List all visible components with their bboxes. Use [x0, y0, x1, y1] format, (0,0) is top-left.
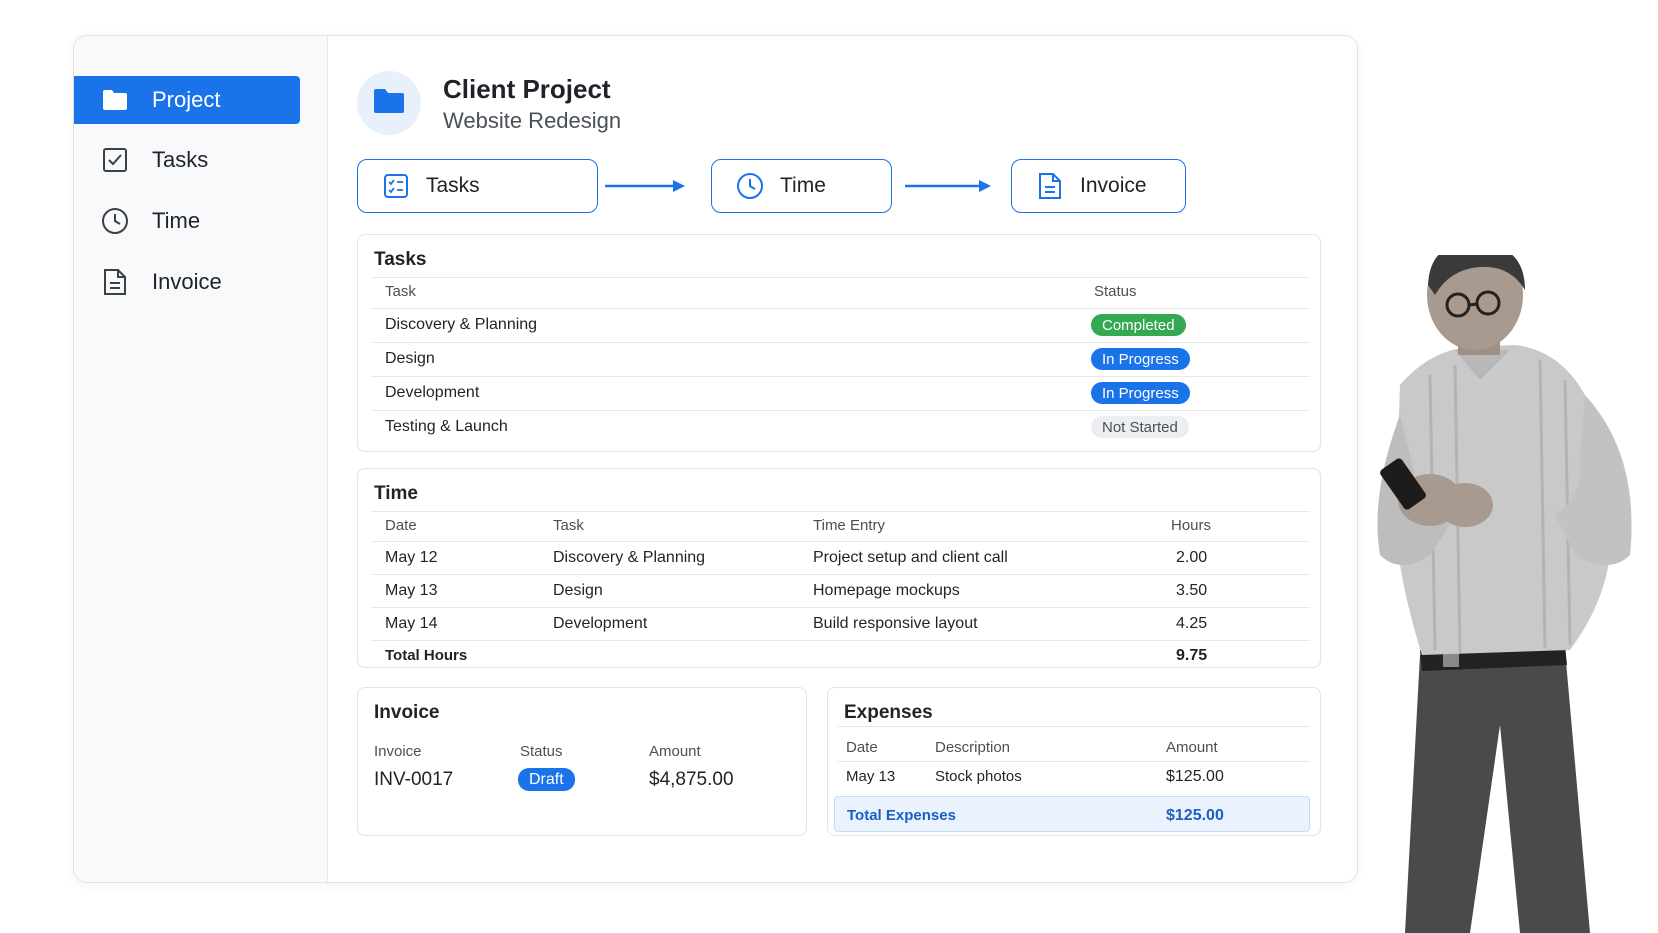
- column-header-invoice: Invoice: [374, 743, 422, 760]
- column-header-amount: Amount: [1166, 739, 1218, 756]
- page-subtitle: Website Redesign: [443, 108, 622, 133]
- tasks-card: Tasks Task Status Discovery & Planning C…: [357, 234, 1321, 452]
- tasks-card-title: Tasks: [374, 249, 427, 270]
- task-name: Discovery & Planning: [385, 316, 538, 333]
- workflow-step-label: Tasks: [426, 174, 480, 197]
- time-task: Design: [553, 582, 603, 599]
- expense-description: Stock photos: [935, 768, 1022, 785]
- workflow-step-invoice[interactable]: Invoice: [1011, 159, 1186, 213]
- folder-icon: [373, 88, 405, 119]
- clock-icon: [100, 206, 130, 236]
- total-expenses-label: Total Expenses: [847, 807, 956, 824]
- invoice-number[interactable]: INV-0017: [374, 769, 453, 791]
- expenses-card: Expenses Date Description Amount May 13 …: [827, 687, 1321, 836]
- task-name: Development: [385, 384, 480, 401]
- column-header-status: Status: [520, 743, 563, 760]
- document-icon: [1036, 172, 1064, 200]
- sidebar-item-time[interactable]: Time: [74, 197, 300, 245]
- column-header-time-entry: Time Entry: [813, 517, 885, 534]
- invoice-card: Invoice Invoice Status Amount INV-0017 D…: [357, 687, 807, 836]
- total-hours-value: 9.75: [1176, 647, 1208, 664]
- project-avatar: [357, 71, 421, 135]
- time-date: May 12: [385, 549, 438, 566]
- task-name: Testing & Launch: [385, 418, 508, 435]
- time-date: May 13: [385, 582, 438, 599]
- column-header-date: Date: [846, 739, 878, 756]
- invoice-amount: $4,875.00: [649, 769, 734, 790]
- status-badge: Not Started: [1091, 416, 1189, 438]
- document-icon: [100, 267, 130, 297]
- column-header-hours: Hours: [1171, 517, 1212, 534]
- clock-icon: [736, 172, 764, 200]
- checklist-icon: [382, 172, 410, 200]
- workflow-step-time[interactable]: Time: [711, 159, 892, 213]
- arrow-right-icon: [905, 180, 991, 192]
- total-hours-label: Total Hours: [385, 647, 468, 664]
- time-task: Development: [553, 615, 648, 632]
- time-hours: 3.50: [1176, 582, 1208, 599]
- time-entry: Build responsive layout: [813, 615, 978, 632]
- time-hours: 2.00: [1176, 549, 1208, 566]
- time-task: Discovery & Planning: [553, 549, 706, 566]
- expense-amount: $125.00: [1166, 768, 1224, 785]
- person-using-phone-photo: [1377, 255, 1632, 933]
- column-header-description: Description: [935, 739, 1011, 756]
- workflow-step-label: Invoice: [1080, 174, 1147, 197]
- time-entry: Project setup and client call: [813, 549, 1008, 566]
- invoice-status-badge: Draft: [518, 768, 575, 791]
- sidebar-item-project[interactable]: Project: [74, 76, 300, 124]
- time-date: May 14: [385, 615, 438, 632]
- sidebar-item-tasks[interactable]: Tasks: [74, 136, 300, 184]
- column-header-task: Task: [385, 283, 416, 300]
- app-window: Project Tasks Time Invoice Client Projec…: [73, 35, 1358, 883]
- sidebar-item-label: Invoice: [152, 269, 222, 294]
- status-badge: Completed: [1091, 314, 1186, 336]
- checkbox-icon: [100, 145, 130, 175]
- expense-date: May 13: [846, 768, 896, 785]
- arrow-right-icon: [605, 180, 685, 192]
- column-header-task: Task: [553, 517, 584, 534]
- total-expenses-value: $125.00: [1166, 807, 1224, 824]
- invoice-card-title: Invoice: [374, 702, 440, 723]
- column-header-status: Status: [1094, 283, 1137, 300]
- column-header-amount: Amount: [649, 743, 701, 760]
- status-badge: In Progress: [1091, 348, 1190, 370]
- main-content: Client Project Website Redesign Tasks Ti…: [328, 36, 1357, 882]
- folder-icon: [100, 85, 130, 115]
- time-entry: Homepage mockups: [813, 582, 960, 599]
- sidebar-item-label: Tasks: [152, 147, 209, 172]
- status-badge: In Progress: [1091, 382, 1190, 404]
- time-card: Time Date Task Time Entry Hours May 12 D…: [357, 468, 1321, 668]
- time-hours: 4.25: [1176, 615, 1208, 632]
- time-card-title: Time: [374, 483, 419, 504]
- workflow-step-tasks[interactable]: Tasks: [357, 159, 598, 213]
- sidebar-item-label: Project: [152, 87, 221, 112]
- expenses-card-title: Expenses: [844, 702, 933, 723]
- sidebar: Project Tasks Time Invoice: [74, 36, 328, 882]
- task-name: Design: [385, 350, 435, 367]
- sidebar-item-label: Time: [152, 208, 201, 233]
- page-title: Client Project: [443, 74, 611, 104]
- column-header-date: Date: [385, 517, 417, 534]
- sidebar-item-invoice[interactable]: Invoice: [74, 258, 300, 306]
- workflow-step-label: Time: [780, 174, 826, 197]
- total-expenses-row: Total Expenses $125.00: [834, 796, 1310, 832]
